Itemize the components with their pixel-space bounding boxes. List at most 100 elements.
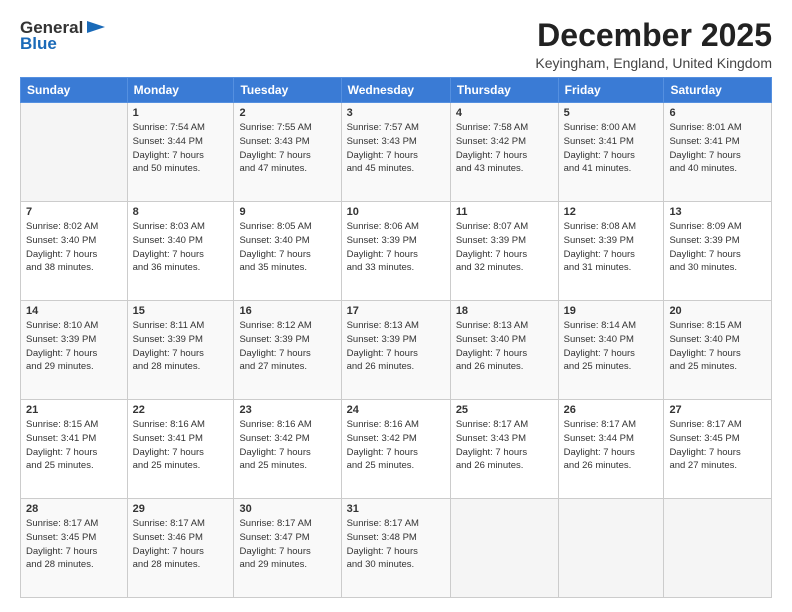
day-number: 17	[347, 305, 445, 317]
calendar-table: Sunday Monday Tuesday Wednesday Thursday…	[20, 77, 772, 598]
day-number: 18	[456, 305, 553, 317]
calendar-week-1: 7 Sunrise: 8:02 AM Sunset: 3:40 PM Daylig…	[21, 202, 772, 301]
table-row: 18 Sunrise: 8:13 AM Sunset: 3:40 PM Dayli…	[450, 301, 558, 400]
day-info: Sunrise: 8:01 AM Sunset: 3:41 PM Dayligh…	[669, 121, 766, 176]
day-number: 31	[347, 503, 445, 515]
day-info: Sunrise: 8:00 AM Sunset: 3:41 PM Dayligh…	[564, 121, 659, 176]
table-row: 5 Sunrise: 8:00 AM Sunset: 3:41 PM Daylig…	[558, 103, 664, 202]
table-row: 25 Sunrise: 8:17 AM Sunset: 3:43 PM Dayli…	[450, 400, 558, 499]
day-number: 6	[669, 107, 766, 119]
table-row: 30 Sunrise: 8:17 AM Sunset: 3:47 PM Dayli…	[234, 499, 341, 598]
header-friday: Friday	[558, 78, 664, 103]
day-number: 24	[347, 404, 445, 416]
table-row: 19 Sunrise: 8:14 AM Sunset: 3:40 PM Dayli…	[558, 301, 664, 400]
day-number: 19	[564, 305, 659, 317]
day-info: Sunrise: 8:13 AM Sunset: 3:40 PM Dayligh…	[456, 319, 553, 374]
day-info: Sunrise: 8:17 AM Sunset: 3:44 PM Dayligh…	[564, 418, 659, 473]
header-sunday: Sunday	[21, 78, 128, 103]
day-number: 10	[347, 206, 445, 218]
header: General Blue December 2025 Keyingham, En…	[20, 18, 772, 71]
day-number: 2	[239, 107, 335, 119]
table-row: 29 Sunrise: 8:17 AM Sunset: 3:46 PM Dayli…	[127, 499, 234, 598]
table-row: 24 Sunrise: 8:16 AM Sunset: 3:42 PM Dayli…	[341, 400, 450, 499]
day-number: 1	[133, 107, 229, 119]
table-row: 3Sunrise: 7:57 AM Sunset: 3:43 PM Daylig…	[341, 103, 450, 202]
month-title: December 2025	[535, 18, 772, 53]
table-row: 15 Sunrise: 8:11 AM Sunset: 3:39 PM Dayli…	[127, 301, 234, 400]
day-number: 20	[669, 305, 766, 317]
day-info: Sunrise: 8:16 AM Sunset: 3:42 PM Dayligh…	[347, 418, 445, 473]
day-number: 29	[133, 503, 229, 515]
table-row: 8 Sunrise: 8:03 AM Sunset: 3:40 PM Daylig…	[127, 202, 234, 301]
table-row: 23 Sunrise: 8:16 AM Sunset: 3:42 PM Dayli…	[234, 400, 341, 499]
logo-flag-icon	[85, 19, 107, 37]
table-row: 22 Sunrise: 8:16 AM Sunset: 3:41 PM Dayli…	[127, 400, 234, 499]
day-info: Sunrise: 8:14 AM Sunset: 3:40 PM Dayligh…	[564, 319, 659, 374]
day-info: Sunrise: 8:09 AM Sunset: 3:39 PM Dayligh…	[669, 220, 766, 275]
header-thursday: Thursday	[450, 78, 558, 103]
table-row: 6 Sunrise: 8:01 AM Sunset: 3:41 PM Daylig…	[664, 103, 772, 202]
day-number: 5	[564, 107, 659, 119]
table-row: 26 Sunrise: 8:17 AM Sunset: 3:44 PM Dayli…	[558, 400, 664, 499]
day-number: 27	[669, 404, 766, 416]
title-block: December 2025 Keyingham, England, United…	[535, 18, 772, 71]
day-info: Sunrise: 8:17 AM Sunset: 3:47 PM Dayligh…	[239, 517, 335, 572]
day-number: 14	[26, 305, 122, 317]
day-number: 13	[669, 206, 766, 218]
day-info: Sunrise: 8:03 AM Sunset: 3:40 PM Dayligh…	[133, 220, 229, 275]
table-row: 11 Sunrise: 8:07 AM Sunset: 3:39 PM Dayli…	[450, 202, 558, 301]
table-row	[664, 499, 772, 598]
day-info: Sunrise: 8:08 AM Sunset: 3:39 PM Dayligh…	[564, 220, 659, 275]
day-number: 30	[239, 503, 335, 515]
table-row: 28Sunrise: 8:17 AM Sunset: 3:45 PM Dayli…	[21, 499, 128, 598]
table-row: 13 Sunrise: 8:09 AM Sunset: 3:39 PM Dayli…	[664, 202, 772, 301]
table-row: 12 Sunrise: 8:08 AM Sunset: 3:39 PM Dayli…	[558, 202, 664, 301]
table-row: 1 Sunrise: 7:54 AM Sunset: 3:44 PM Daylig…	[127, 103, 234, 202]
day-info: Sunrise: 8:07 AM Sunset: 3:39 PM Dayligh…	[456, 220, 553, 275]
logo: General Blue	[20, 18, 107, 54]
day-number: 23	[239, 404, 335, 416]
table-row: 27 Sunrise: 8:17 AM Sunset: 3:45 PM Dayli…	[664, 400, 772, 499]
day-info: Sunrise: 8:17 AM Sunset: 3:46 PM Dayligh…	[133, 517, 229, 572]
day-info: Sunrise: 8:12 AM Sunset: 3:39 PM Dayligh…	[239, 319, 335, 374]
logo-blue-text: Blue	[20, 34, 57, 54]
day-number: 22	[133, 404, 229, 416]
day-info: Sunrise: 8:17 AM Sunset: 3:43 PM Dayligh…	[456, 418, 553, 473]
day-info: Sunrise: 7:54 AM Sunset: 3:44 PM Dayligh…	[133, 121, 229, 176]
day-info: Sunrise: 8:10 AM Sunset: 3:39 PM Dayligh…	[26, 319, 122, 374]
day-info: Sunrise: 8:16 AM Sunset: 3:41 PM Dayligh…	[133, 418, 229, 473]
day-number: 3	[347, 107, 445, 119]
day-number: 4	[456, 107, 553, 119]
header-monday: Monday	[127, 78, 234, 103]
calendar-week-0: 1 Sunrise: 7:54 AM Sunset: 3:44 PM Daylig…	[21, 103, 772, 202]
table-row: 31Sunrise: 8:17 AM Sunset: 3:48 PM Dayli…	[341, 499, 450, 598]
calendar-week-3: 21Sunrise: 8:15 AM Sunset: 3:41 PM Dayli…	[21, 400, 772, 499]
day-number: 11	[456, 206, 553, 218]
day-number: 7	[26, 206, 122, 218]
day-number: 8	[133, 206, 229, 218]
day-info: Sunrise: 8:11 AM Sunset: 3:39 PM Dayligh…	[133, 319, 229, 374]
day-info: Sunrise: 8:15 AM Sunset: 3:41 PM Dayligh…	[26, 418, 122, 473]
table-row: 14 Sunrise: 8:10 AM Sunset: 3:39 PM Dayli…	[21, 301, 128, 400]
day-info: Sunrise: 8:16 AM Sunset: 3:42 PM Dayligh…	[239, 418, 335, 473]
calendar-week-4: 28Sunrise: 8:17 AM Sunset: 3:45 PM Dayli…	[21, 499, 772, 598]
day-number: 16	[239, 305, 335, 317]
day-number: 25	[456, 404, 553, 416]
day-number: 15	[133, 305, 229, 317]
table-row: 10Sunrise: 8:06 AM Sunset: 3:39 PM Dayli…	[341, 202, 450, 301]
day-info: Sunrise: 8:13 AM Sunset: 3:39 PM Dayligh…	[347, 319, 445, 374]
table-row: 4Sunrise: 7:58 AM Sunset: 3:42 PM Daylig…	[450, 103, 558, 202]
table-row: 20Sunrise: 8:15 AM Sunset: 3:40 PM Dayli…	[664, 301, 772, 400]
day-info: Sunrise: 8:05 AM Sunset: 3:40 PM Dayligh…	[239, 220, 335, 275]
day-number: 28	[26, 503, 122, 515]
location-text: Keyingham, England, United Kingdom	[535, 55, 772, 71]
day-number: 9	[239, 206, 335, 218]
calendar-page: General Blue December 2025 Keyingham, En…	[0, 0, 792, 612]
day-info: Sunrise: 8:02 AM Sunset: 3:40 PM Dayligh…	[26, 220, 122, 275]
table-row: 16 Sunrise: 8:12 AM Sunset: 3:39 PM Dayli…	[234, 301, 341, 400]
day-number: 26	[564, 404, 659, 416]
table-row	[558, 499, 664, 598]
day-info: Sunrise: 8:17 AM Sunset: 3:45 PM Dayligh…	[669, 418, 766, 473]
day-number: 12	[564, 206, 659, 218]
header-wednesday: Wednesday	[341, 78, 450, 103]
